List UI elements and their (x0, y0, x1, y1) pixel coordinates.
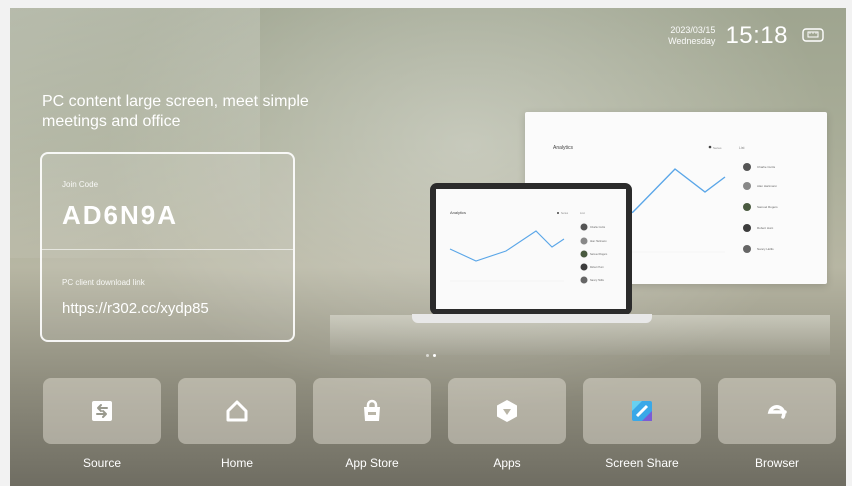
laptop-avatar (580, 250, 588, 258)
laptop-avatar (580, 263, 588, 271)
dock-source-label: Source (82, 456, 122, 470)
card-divider (42, 249, 293, 250)
page-dot-active[interactable] (433, 354, 436, 357)
dock-apps-label: Apps (493, 456, 521, 470)
laptop-avatar (580, 276, 588, 284)
clock: 15:18 (725, 22, 788, 49)
monitor-list-header: List (739, 146, 744, 150)
home-icon (226, 400, 248, 422)
dock-app-store-label: App Store (345, 456, 399, 470)
dock-browser-label: Browser (754, 456, 799, 470)
monitor-user-list: Charlie Curtis Alan Hartmann Samuel Roge… (743, 163, 778, 253)
laptop-list-item: Alan Hartmann (590, 240, 607, 243)
monitor-legend-dot (708, 145, 712, 149)
page-dot[interactable] (426, 354, 429, 357)
join-code-card[interactable]: Join Code AD6N9A PC client download link… (40, 152, 295, 342)
weekday-text: Wednesday (668, 36, 716, 46)
monitor-avatar (743, 163, 751, 171)
monitor-list-item: Samuel Rogers (757, 205, 778, 209)
laptop-list-header: List (580, 211, 585, 215)
date-block: 2023/03/15 Wednesday (668, 25, 715, 47)
laptop-screen: Analytics Series List Charlie Curtis Ala… (436, 189, 626, 309)
laptop-title: Analytics (450, 210, 466, 215)
monitor-title: Analytics (553, 145, 574, 151)
laptop-list-item: Samuel Rogers (590, 253, 608, 256)
app-store-bag-icon (364, 399, 380, 421)
monitor-list-item: Charlie Curtis (757, 165, 776, 169)
laptop-list-item: Nancy Hollis (590, 279, 605, 282)
monitor-legend: Series (713, 146, 722, 150)
dock-source-button[interactable] (43, 378, 161, 444)
monitor-avatar (743, 203, 751, 211)
dock-screen-share-label: Screen Share (605, 456, 679, 470)
laptop-base (412, 314, 652, 323)
laptop-chart-line (449, 230, 565, 262)
laptop-illustration: Analytics Series List Charlie Curtis Ala… (430, 183, 632, 315)
screen-share-icon (632, 401, 652, 421)
source-input-icon (92, 401, 112, 421)
monitor-avatar (743, 245, 751, 253)
page-indicator[interactable] (426, 354, 436, 357)
tagline: PC content large screen, meet simple mee… (42, 93, 309, 130)
laptop-screen-content: Analytics Series List Charlie Curtis Ala… (449, 210, 608, 284)
screen-bezel-left (0, 0, 10, 486)
laptop-list-item: Robert Hunt (590, 266, 604, 269)
monitor-list-item: Alan Hartmann (757, 184, 777, 188)
laptop-legend-dot (557, 212, 559, 214)
dock-apps-button[interactable] (448, 378, 566, 444)
monitor-list-item: Nancy Hollis (757, 247, 774, 251)
monitor-list-item: Robert Hunt (757, 226, 773, 230)
monitor-avatar (743, 224, 751, 232)
screen-bezel-top (0, 0, 852, 8)
status-bar: 2023/03/15 Wednesday 15:18 (668, 22, 824, 50)
dock-home-button[interactable] (178, 378, 296, 444)
browser-e-icon (767, 405, 787, 419)
join-code-value: AD6N9A (62, 200, 179, 230)
apps-hexagon-icon (497, 400, 517, 422)
download-link-label: PC client download link (62, 278, 145, 287)
join-code-label: Join Code (62, 180, 99, 189)
date-text: 2023/03/15 (670, 25, 716, 35)
laptop-avatar (580, 223, 588, 231)
home-screen: 2023/03/15 Wednesday 15:18 PC content la… (0, 0, 852, 486)
laptop-avatar (580, 237, 588, 245)
monitor-avatar (743, 182, 751, 190)
screen-bezel-right (846, 0, 852, 486)
dock-app-store-button[interactable] (313, 378, 431, 444)
laptop-legend: Series (561, 212, 569, 215)
laptop-user-list: Charlie Curtis Alan Hartmann Samuel Roge… (580, 223, 608, 284)
dock-screen-share-button[interactable] (583, 378, 701, 444)
dock-browser-button[interactable] (718, 378, 836, 444)
download-link: https://r302.cc/xydp85 (62, 300, 209, 317)
ethernet-icon[interactable] (802, 27, 824, 45)
dock-home-label: Home (220, 456, 253, 470)
laptop-list-item: Charlie Curtis (590, 226, 606, 229)
